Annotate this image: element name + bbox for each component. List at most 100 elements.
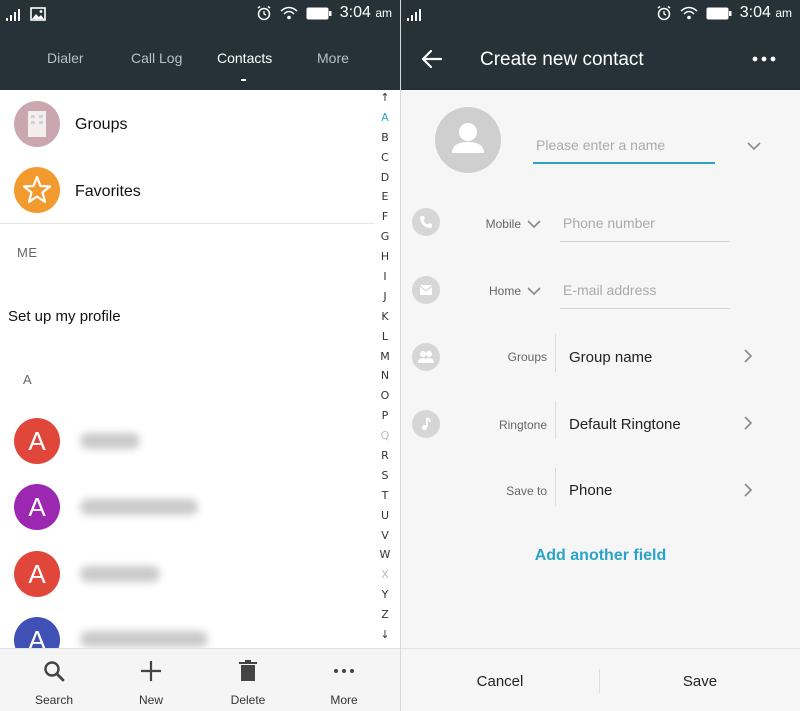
contact-row[interactable]: A bbox=[0, 418, 375, 466]
email-input[interactable]: E-mail address bbox=[563, 282, 656, 298]
alphabet-index-letter[interactable]: H bbox=[377, 247, 393, 267]
me-section-label: ME bbox=[17, 245, 38, 260]
separator bbox=[555, 401, 556, 439]
phone-type-label[interactable]: Mobile bbox=[471, 217, 521, 231]
separator bbox=[555, 468, 556, 506]
contact-avatar: A bbox=[14, 484, 60, 530]
contact-avatar: A bbox=[14, 418, 60, 464]
email-icon bbox=[412, 276, 440, 304]
create-contact-header: 3:04 am Create new contact bbox=[401, 0, 800, 90]
favorites-row[interactable]: Favorites bbox=[0, 167, 375, 215]
alphabet-index-letter[interactable]: T bbox=[377, 486, 393, 506]
wifi-icon bbox=[280, 6, 298, 20]
name-input[interactable]: Please enter a name bbox=[536, 137, 665, 153]
new-button[interactable]: New bbox=[116, 649, 186, 711]
status-bar: 3:04 am bbox=[401, 0, 800, 30]
alphabet-index-letter[interactable]: W bbox=[377, 545, 393, 565]
alphabet-index-letter[interactable]: E bbox=[377, 187, 393, 207]
phone-input-underline bbox=[560, 241, 730, 242]
alphabet-index-letter[interactable]: Q bbox=[377, 426, 393, 446]
blurred-contact-name bbox=[80, 499, 198, 515]
groups-icon bbox=[14, 101, 60, 147]
alphabet-index-letter[interactable]: S bbox=[377, 466, 393, 486]
alphabet-index-letter[interactable]: N bbox=[377, 366, 393, 386]
alphabet-index-letter[interactable]: Y bbox=[377, 585, 393, 605]
alphabet-index-letter[interactable]: C bbox=[377, 148, 393, 168]
separator bbox=[599, 669, 600, 693]
alphabet-index-letter[interactable]: B bbox=[377, 128, 393, 148]
more-button[interactable]: More bbox=[309, 649, 379, 711]
back-arrow-icon[interactable] bbox=[421, 49, 443, 69]
alphabet-index-letter[interactable]: G bbox=[377, 227, 393, 247]
search-button[interactable]: Search bbox=[19, 649, 89, 711]
alphabet-index-letter[interactable]: F bbox=[377, 207, 393, 227]
save-to-value[interactable]: Phone bbox=[569, 482, 612, 499]
ringtone-value[interactable]: Default Ringtone bbox=[569, 416, 681, 433]
name-input-underline bbox=[533, 162, 715, 164]
alphabet-index-letter[interactable]: P bbox=[377, 406, 393, 426]
image-icon bbox=[30, 7, 46, 21]
groups-label: Groups bbox=[75, 116, 128, 133]
tab-contacts[interactable]: Contacts bbox=[217, 50, 272, 66]
chevron-right-icon[interactable] bbox=[741, 483, 755, 497]
overflow-menu-icon[interactable] bbox=[752, 56, 776, 62]
alphabet-index-letter[interactable]: X bbox=[377, 565, 393, 585]
alphabet-index-letter[interactable]: L bbox=[377, 327, 393, 347]
tab-call-log[interactable]: Call Log bbox=[131, 50, 182, 66]
alphabet-index-letter[interactable]: Z bbox=[377, 605, 393, 625]
setup-profile-link[interactable]: Set up my profile bbox=[8, 308, 121, 325]
alphabet-index-letter[interactable]: M bbox=[377, 347, 393, 367]
alphabet-index-letter[interactable]: O bbox=[377, 386, 393, 406]
alphabet-index-letter[interactable]: J bbox=[377, 287, 393, 307]
groups-field-label: Groups bbox=[507, 350, 547, 364]
email-type-chevron-icon[interactable] bbox=[527, 284, 541, 298]
phone-icon bbox=[412, 208, 440, 236]
alphabet-index-letter[interactable]: K bbox=[377, 307, 393, 327]
save-button[interactable]: Save bbox=[650, 673, 750, 690]
ringtone-field-label: Ringtone bbox=[498, 418, 547, 432]
alphabet-index-letter[interactable]: A bbox=[377, 108, 393, 128]
groups-row[interactable]: Groups bbox=[0, 100, 375, 148]
bottom-action-bar: Search New Delete More bbox=[0, 648, 400, 711]
contact-photo-placeholder[interactable] bbox=[435, 107, 501, 173]
cancel-button[interactable]: Cancel bbox=[450, 673, 550, 690]
active-tab-indicator bbox=[241, 79, 246, 81]
trash-icon bbox=[239, 660, 257, 681]
battery-icon bbox=[706, 7, 732, 19]
contact-row[interactable]: A bbox=[0, 484, 375, 532]
new-label: New bbox=[138, 693, 163, 707]
bottom-action-bar: Cancel Save bbox=[401, 648, 800, 711]
alphabet-index-letter[interactable]: R bbox=[377, 446, 393, 466]
create-contact-screen: 3:04 am Create new contact Please enter … bbox=[401, 0, 800, 711]
email-type-label[interactable]: Home bbox=[471, 284, 521, 298]
alphabet-index-letter[interactable]: V bbox=[377, 526, 393, 546]
alphabet-index-letter[interactable]: U bbox=[377, 506, 393, 526]
add-another-field-button[interactable]: Add another field bbox=[401, 547, 800, 565]
chevron-down-icon[interactable] bbox=[747, 139, 761, 153]
delete-button[interactable]: Delete bbox=[213, 649, 283, 711]
chevron-right-icon[interactable] bbox=[741, 349, 755, 363]
alarm-icon bbox=[657, 5, 671, 21]
status-bar: 3:04 am bbox=[0, 0, 400, 30]
contacts-screen: 3:04 am Dialer Call Log Contacts More Gr… bbox=[0, 0, 400, 711]
alphabet-index-letter[interactable]: ↑ bbox=[377, 88, 393, 108]
music-note-icon bbox=[412, 410, 440, 438]
alphabet-index-letter[interactable]: ↓ bbox=[377, 625, 393, 645]
alphabet-index[interactable]: ↑ A B C D E F G H I J K L M N O P Q R S T U V W X Y Z ↓ bbox=[377, 88, 393, 645]
tab-more[interactable]: More bbox=[317, 50, 349, 66]
wifi-icon bbox=[680, 6, 698, 20]
alphabet-index-letter[interactable]: I bbox=[377, 267, 393, 287]
group-name-value[interactable]: Group name bbox=[569, 349, 652, 366]
favorites-label: Favorites bbox=[75, 183, 141, 200]
chevron-right-icon[interactable] bbox=[741, 416, 755, 430]
divider bbox=[0, 223, 375, 224]
phone-number-input[interactable]: Phone number bbox=[563, 215, 655, 231]
blurred-contact-name bbox=[80, 566, 160, 582]
contact-avatar: A bbox=[14, 551, 60, 597]
phone-type-chevron-icon[interactable] bbox=[527, 217, 541, 231]
person-icon bbox=[452, 123, 484, 153]
alphabet-index-letter[interactable]: D bbox=[377, 168, 393, 188]
contact-row[interactable]: A bbox=[0, 551, 375, 599]
tab-bar: Dialer Call Log Contacts More bbox=[0, 44, 400, 84]
tab-dialer[interactable]: Dialer bbox=[47, 50, 84, 66]
